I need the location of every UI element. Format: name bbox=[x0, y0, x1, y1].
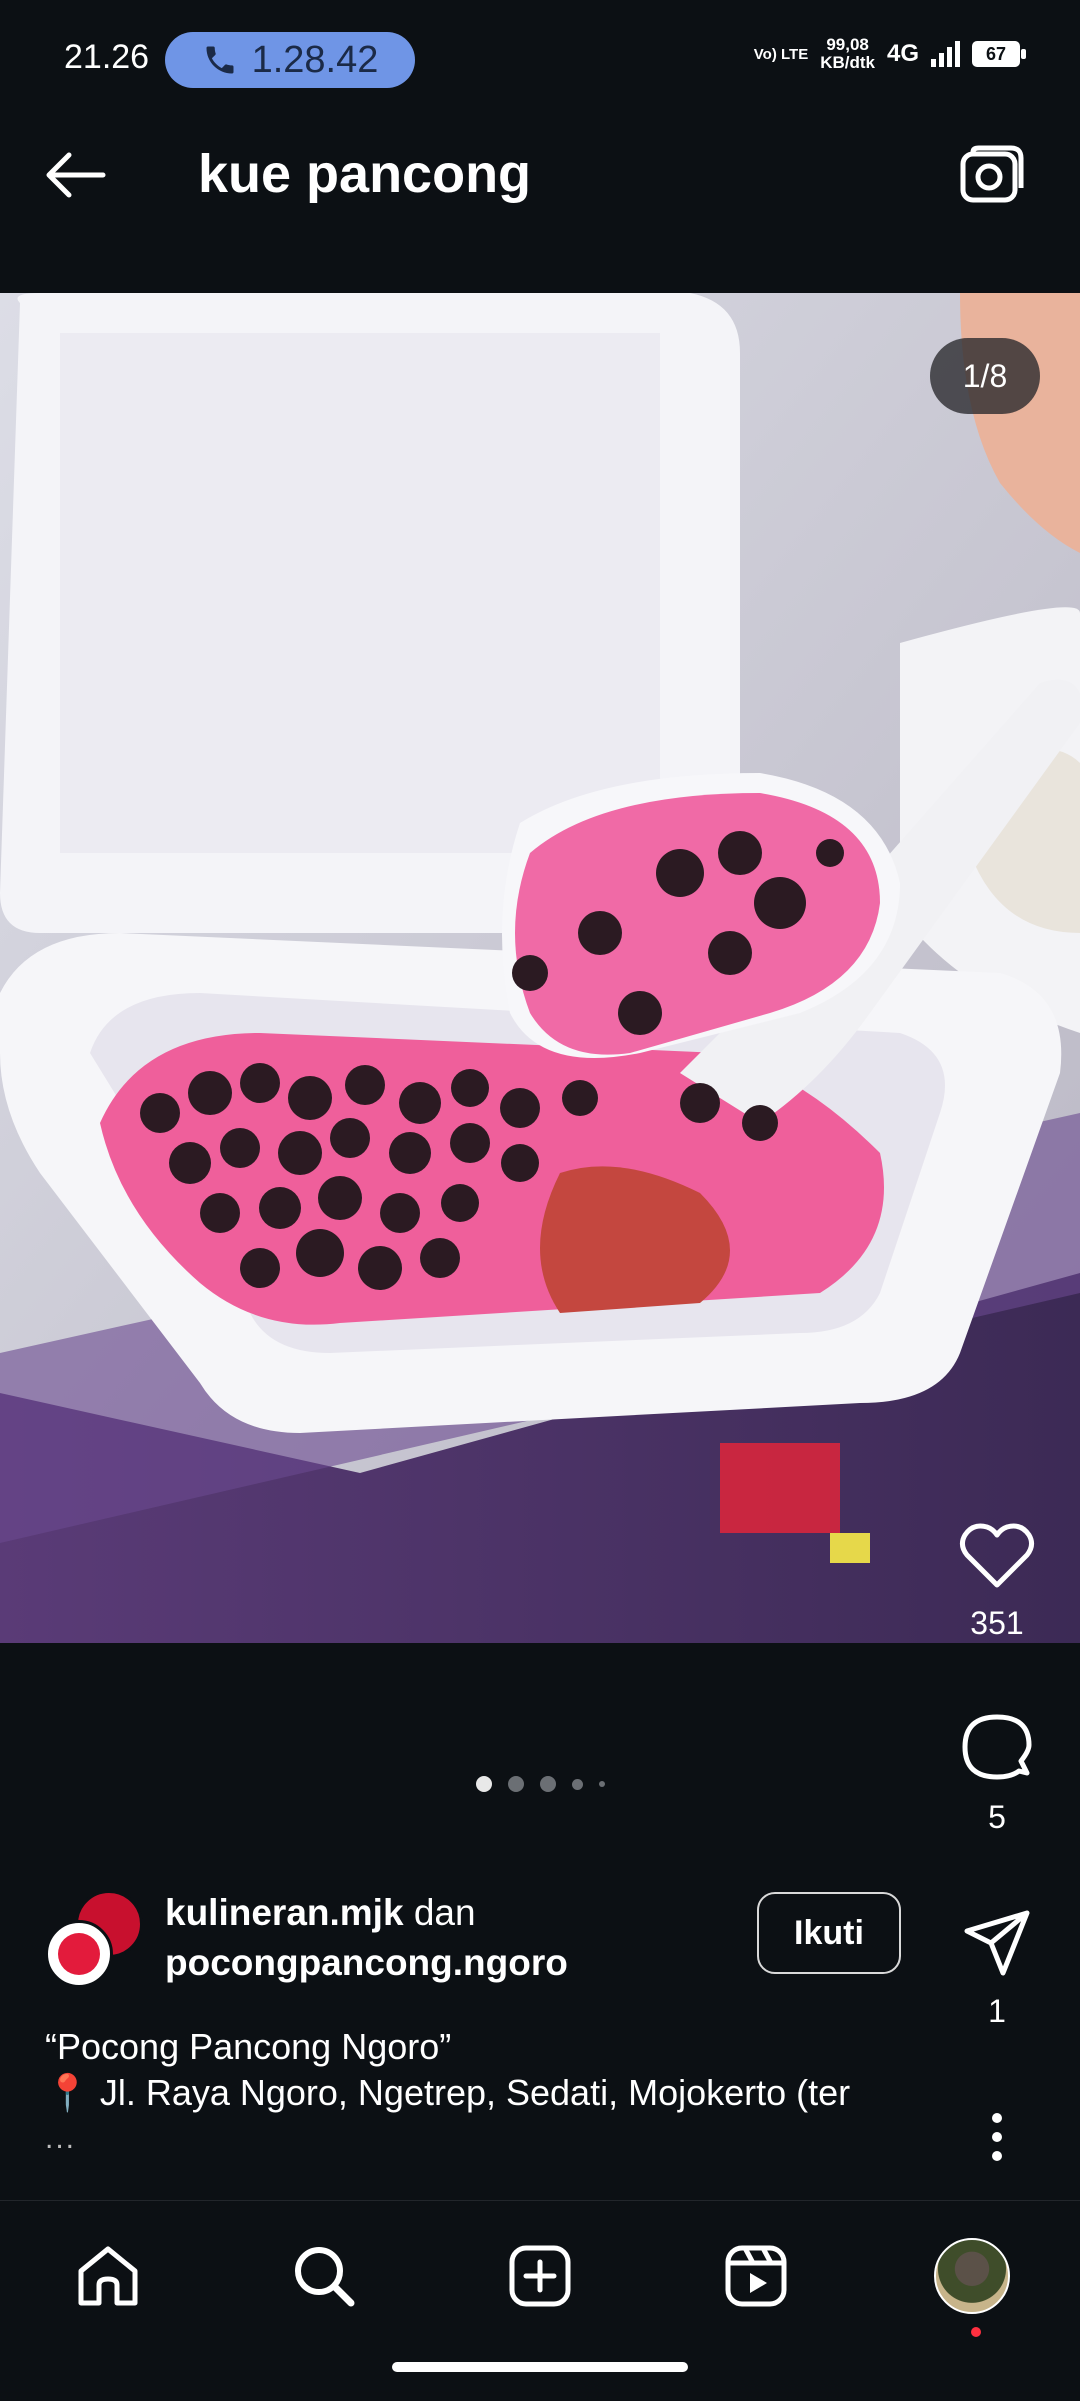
nav-home[interactable] bbox=[63, 2231, 153, 2321]
status-indicators: Vo) LTE 99,08 KB/dtk 4G 67 bbox=[753, 35, 1026, 72]
share-button[interactable] bbox=[957, 1903, 1037, 1983]
camera-button[interactable] bbox=[954, 137, 1030, 213]
carousel-dot-2 bbox=[507, 1776, 524, 1792]
caption-more[interactable]: ... bbox=[45, 2116, 925, 2162]
status-time: 21.26 bbox=[64, 38, 150, 76]
carousel-dot-5 bbox=[598, 1781, 605, 1787]
author-joiner: dan bbox=[413, 1892, 476, 1933]
post-caption[interactable]: “Pocong Pancong Ngoro” 📍 Jl. Raya Ngoro,… bbox=[45, 2024, 925, 2162]
reels-icon bbox=[725, 2245, 787, 2307]
caption-line-2: 📍 Jl. Raya Ngoro, Ngetrep, Sedati, Mojok… bbox=[45, 2072, 851, 2113]
phone-icon bbox=[206, 46, 234, 74]
nav-reels[interactable] bbox=[711, 2231, 801, 2321]
plus-square-icon bbox=[509, 2245, 571, 2307]
back-button[interactable] bbox=[40, 140, 110, 210]
status-bar: 21.26 1.28.42 Vo) LTE 99,08 KB/dtk 4G 67 bbox=[0, 0, 1080, 95]
food-photo bbox=[0, 293, 1080, 1643]
signal-icon bbox=[931, 41, 960, 67]
follow-button[interactable]: Ikuti bbox=[757, 1892, 901, 1974]
likes-count[interactable]: 351 bbox=[970, 1605, 1023, 1645]
comment-button[interactable] bbox=[957, 1709, 1037, 1789]
ongoing-call-pill[interactable]: 1.28.42 bbox=[165, 32, 415, 88]
home-indicator[interactable] bbox=[392, 2362, 688, 2372]
battery-level: 67 bbox=[985, 43, 1007, 64]
nav-search[interactable] bbox=[279, 2231, 369, 2321]
nav-profile[interactable] bbox=[927, 2231, 1017, 2337]
network-gen: 4G bbox=[886, 40, 919, 67]
heart-icon bbox=[959, 1523, 1035, 1588]
shares-count: 1 bbox=[988, 1993, 1006, 2029]
post-author: kulineran.mjk dan pocongpancong.ngoro Ik… bbox=[45, 1880, 945, 1988]
camera-icon bbox=[960, 145, 1024, 203]
author-avatars[interactable] bbox=[45, 1890, 143, 1988]
send-icon bbox=[964, 1910, 1030, 1976]
search-icon bbox=[295, 2247, 355, 2307]
image-counter: 1/8 bbox=[930, 338, 1040, 414]
like-button[interactable] bbox=[957, 1515, 1037, 1595]
nav-create[interactable] bbox=[495, 2231, 585, 2321]
comment-icon bbox=[962, 1714, 1032, 1780]
battery-icon: 67 bbox=[972, 41, 1026, 67]
caption-line-1: “Pocong Pancong Ngoro” bbox=[45, 2026, 452, 2067]
author-name-1[interactable]: kulineran.mjk bbox=[165, 1892, 404, 1933]
carousel-dot-3 bbox=[539, 1776, 556, 1792]
volte-indicator: Vo) LTE bbox=[753, 45, 809, 63]
carousel-indicator bbox=[0, 1776, 1080, 1792]
author-names: kulineran.mjk dan pocongpancong.ngoro bbox=[165, 1888, 568, 1988]
back-arrow-icon bbox=[46, 152, 106, 198]
more-vertical-icon bbox=[992, 2113, 1002, 2161]
comments-count: 5 bbox=[988, 1799, 1006, 1835]
side-actions: 351 5 1 bbox=[942, 1515, 1052, 2177]
page-title: kue pancong bbox=[198, 144, 532, 204]
more-options-button[interactable] bbox=[957, 2097, 1037, 2177]
carousel-dot-4 bbox=[571, 1778, 583, 1790]
post-image[interactable]: 1/8 bbox=[0, 293, 1080, 1643]
notification-dot bbox=[971, 2327, 981, 2337]
author-name-2[interactable]: pocongpancong.ngoro bbox=[165, 1942, 568, 1983]
home-icon bbox=[78, 2246, 138, 2306]
call-duration: 1.28.42 bbox=[251, 38, 379, 81]
data-rate: 99,08 KB/dtk bbox=[820, 35, 875, 72]
top-bar: kue pancong bbox=[0, 95, 1080, 295]
profile-avatar[interactable] bbox=[934, 2238, 1010, 2314]
carousel-dot-1 bbox=[475, 1776, 492, 1792]
avatar-kulineran[interactable] bbox=[45, 1920, 113, 1988]
